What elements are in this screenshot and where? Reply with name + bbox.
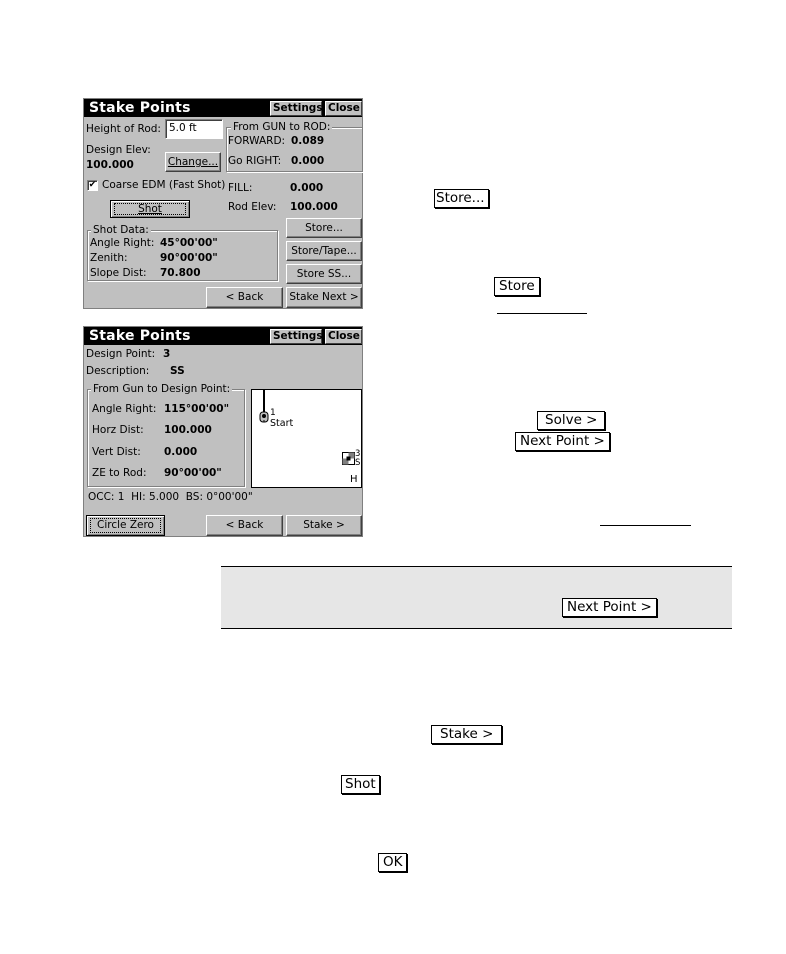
stake-points-dialog-shot: Stake Points Settings Close Height of Ro…	[83, 98, 363, 309]
back-button-label: < Back	[225, 291, 264, 303]
close-button[interactable]: Close	[325, 101, 362, 116]
store-ss-button[interactable]: Store SS...	[286, 264, 362, 284]
shot-data-legend: Shot Data:	[91, 224, 151, 236]
forward-value: 0.089	[291, 135, 325, 147]
direction-line	[263, 390, 265, 412]
stakeout-map[interactable]: 1 Start 3 S H	[251, 389, 362, 488]
ze-to-rod-label: ZE to Rod:	[92, 467, 147, 479]
forward-label: FORWARD:	[228, 135, 286, 147]
store-button[interactable]: Store...	[286, 218, 362, 238]
stake-inline-button: Stake >	[431, 725, 503, 744]
settings-button[interactable]: Settings	[270, 101, 323, 116]
go-right-value: 0.000	[291, 155, 325, 167]
design-point-icon	[342, 452, 355, 465]
close-button[interactable]: Close	[325, 329, 362, 344]
title-bar: Stake Points Settings Close	[84, 99, 362, 117]
design-elev-label: Design Elev:	[86, 144, 151, 156]
shot-data-group: Shot Data: Angle Right: 45°00'00" Zenith…	[87, 224, 278, 281]
stake-next-button[interactable]: Stake Next >	[286, 287, 362, 308]
blank-underline	[497, 313, 587, 314]
focus-ring	[90, 518, 161, 533]
zenith-value: 90°00'00"	[160, 252, 218, 264]
angle-right-value: 45°00'00"	[160, 237, 218, 249]
solve-inline-button: Solve >	[537, 411, 606, 430]
shot-button[interactable]: Shot	[110, 200, 190, 218]
store-tape-button[interactable]: Store/Tape...	[286, 241, 362, 261]
next-point-inline-button: Next Point >	[515, 432, 610, 451]
store-ellipsis-inline-button: Store...	[434, 189, 489, 208]
title-bar: Stake Points Settings Close	[84, 327, 362, 345]
circle-zero-button[interactable]: Circle Zero	[86, 515, 165, 536]
height-of-rod-input[interactable]: 5.0 ft	[165, 119, 223, 139]
go-right-label: Go RIGHT:	[228, 155, 282, 167]
horz-dist-label: Horz Dist:	[92, 424, 144, 436]
settings-button[interactable]: Settings	[270, 329, 323, 344]
angle-right-label: Angle Right:	[90, 237, 155, 249]
store-inline-button: Store	[494, 277, 540, 296]
stake-button-label: Stake >	[303, 519, 345, 531]
view-mode-indicator[interactable]: H	[350, 474, 358, 485]
vert-dist-value: 0.000	[164, 446, 198, 458]
change-button[interactable]: Change...	[165, 152, 221, 172]
blank-underline	[600, 525, 691, 526]
slope-dist-value: 70.800	[160, 267, 201, 279]
coarse-edm-checkbox[interactable]: ✔	[87, 180, 98, 191]
status-line: OCC: 1 HI: 5.000 BS: 0°00'00"	[88, 491, 253, 503]
ze-to-rod-value: 90°00'00"	[164, 467, 222, 479]
design-point-label: Design Point:	[86, 348, 156, 360]
height-of-rod-label: Height of Rod:	[86, 123, 161, 135]
description-label: Description:	[86, 365, 150, 377]
dialog-title: Stake Points	[89, 328, 191, 344]
design-elev-value: 100.000	[86, 159, 134, 171]
ok-inline-button: OK	[378, 853, 408, 872]
gun-to-rod-legend: From GUN to ROD:	[231, 121, 333, 133]
dialog-title: Stake Points	[89, 100, 191, 116]
stake-points-dialog-design: Stake Points Settings Close Design Point…	[83, 326, 363, 537]
gun-to-rod-group: From GUN to ROD: FORWARD: 0.089 Go RIGHT…	[226, 121, 363, 172]
gun-to-design-legend: From Gun to Design Point:	[91, 383, 233, 395]
focus-ring	[114, 203, 186, 215]
fill-value: 0.000	[290, 182, 324, 194]
stake-next-button-label: Stake Next >	[289, 291, 359, 303]
target-point-desc: S	[355, 458, 361, 468]
coarse-edm-label: Coarse EDM (Fast Shot)	[102, 179, 226, 191]
slope-dist-label: Slope Dist:	[90, 267, 147, 279]
zenith-label: Zenith:	[90, 252, 128, 264]
back-button[interactable]: < Back	[206, 515, 283, 536]
angle-right-value: 115°00'00"	[164, 403, 230, 415]
stake-button[interactable]: Stake >	[286, 515, 362, 536]
note-next-point-inline-button: Next Point >	[562, 598, 657, 617]
vert-dist-label: Vert Dist:	[92, 446, 141, 458]
start-point-label: Start	[270, 418, 294, 429]
instrument-icon	[259, 411, 269, 423]
design-point-value: 3	[163, 348, 171, 360]
shot-inline-button: Shot	[341, 775, 380, 794]
rod-elev-label: Rod Elev:	[228, 201, 277, 213]
fill-label: FILL:	[228, 182, 253, 194]
description-value: SS	[170, 365, 185, 377]
gun-to-design-group: From Gun to Design Point: Angle Right: 1…	[87, 383, 245, 487]
back-button[interactable]: < Back	[206, 287, 283, 308]
rod-elev-value: 100.000	[290, 201, 338, 213]
angle-right-label: Angle Right:	[92, 403, 157, 415]
note-box: Next Point >	[221, 566, 732, 629]
change-button-label: Change...	[167, 156, 219, 168]
start-point-number: 1	[270, 408, 276, 418]
back-button-label: < Back	[225, 519, 264, 531]
horz-dist-value: 100.000	[164, 424, 212, 436]
